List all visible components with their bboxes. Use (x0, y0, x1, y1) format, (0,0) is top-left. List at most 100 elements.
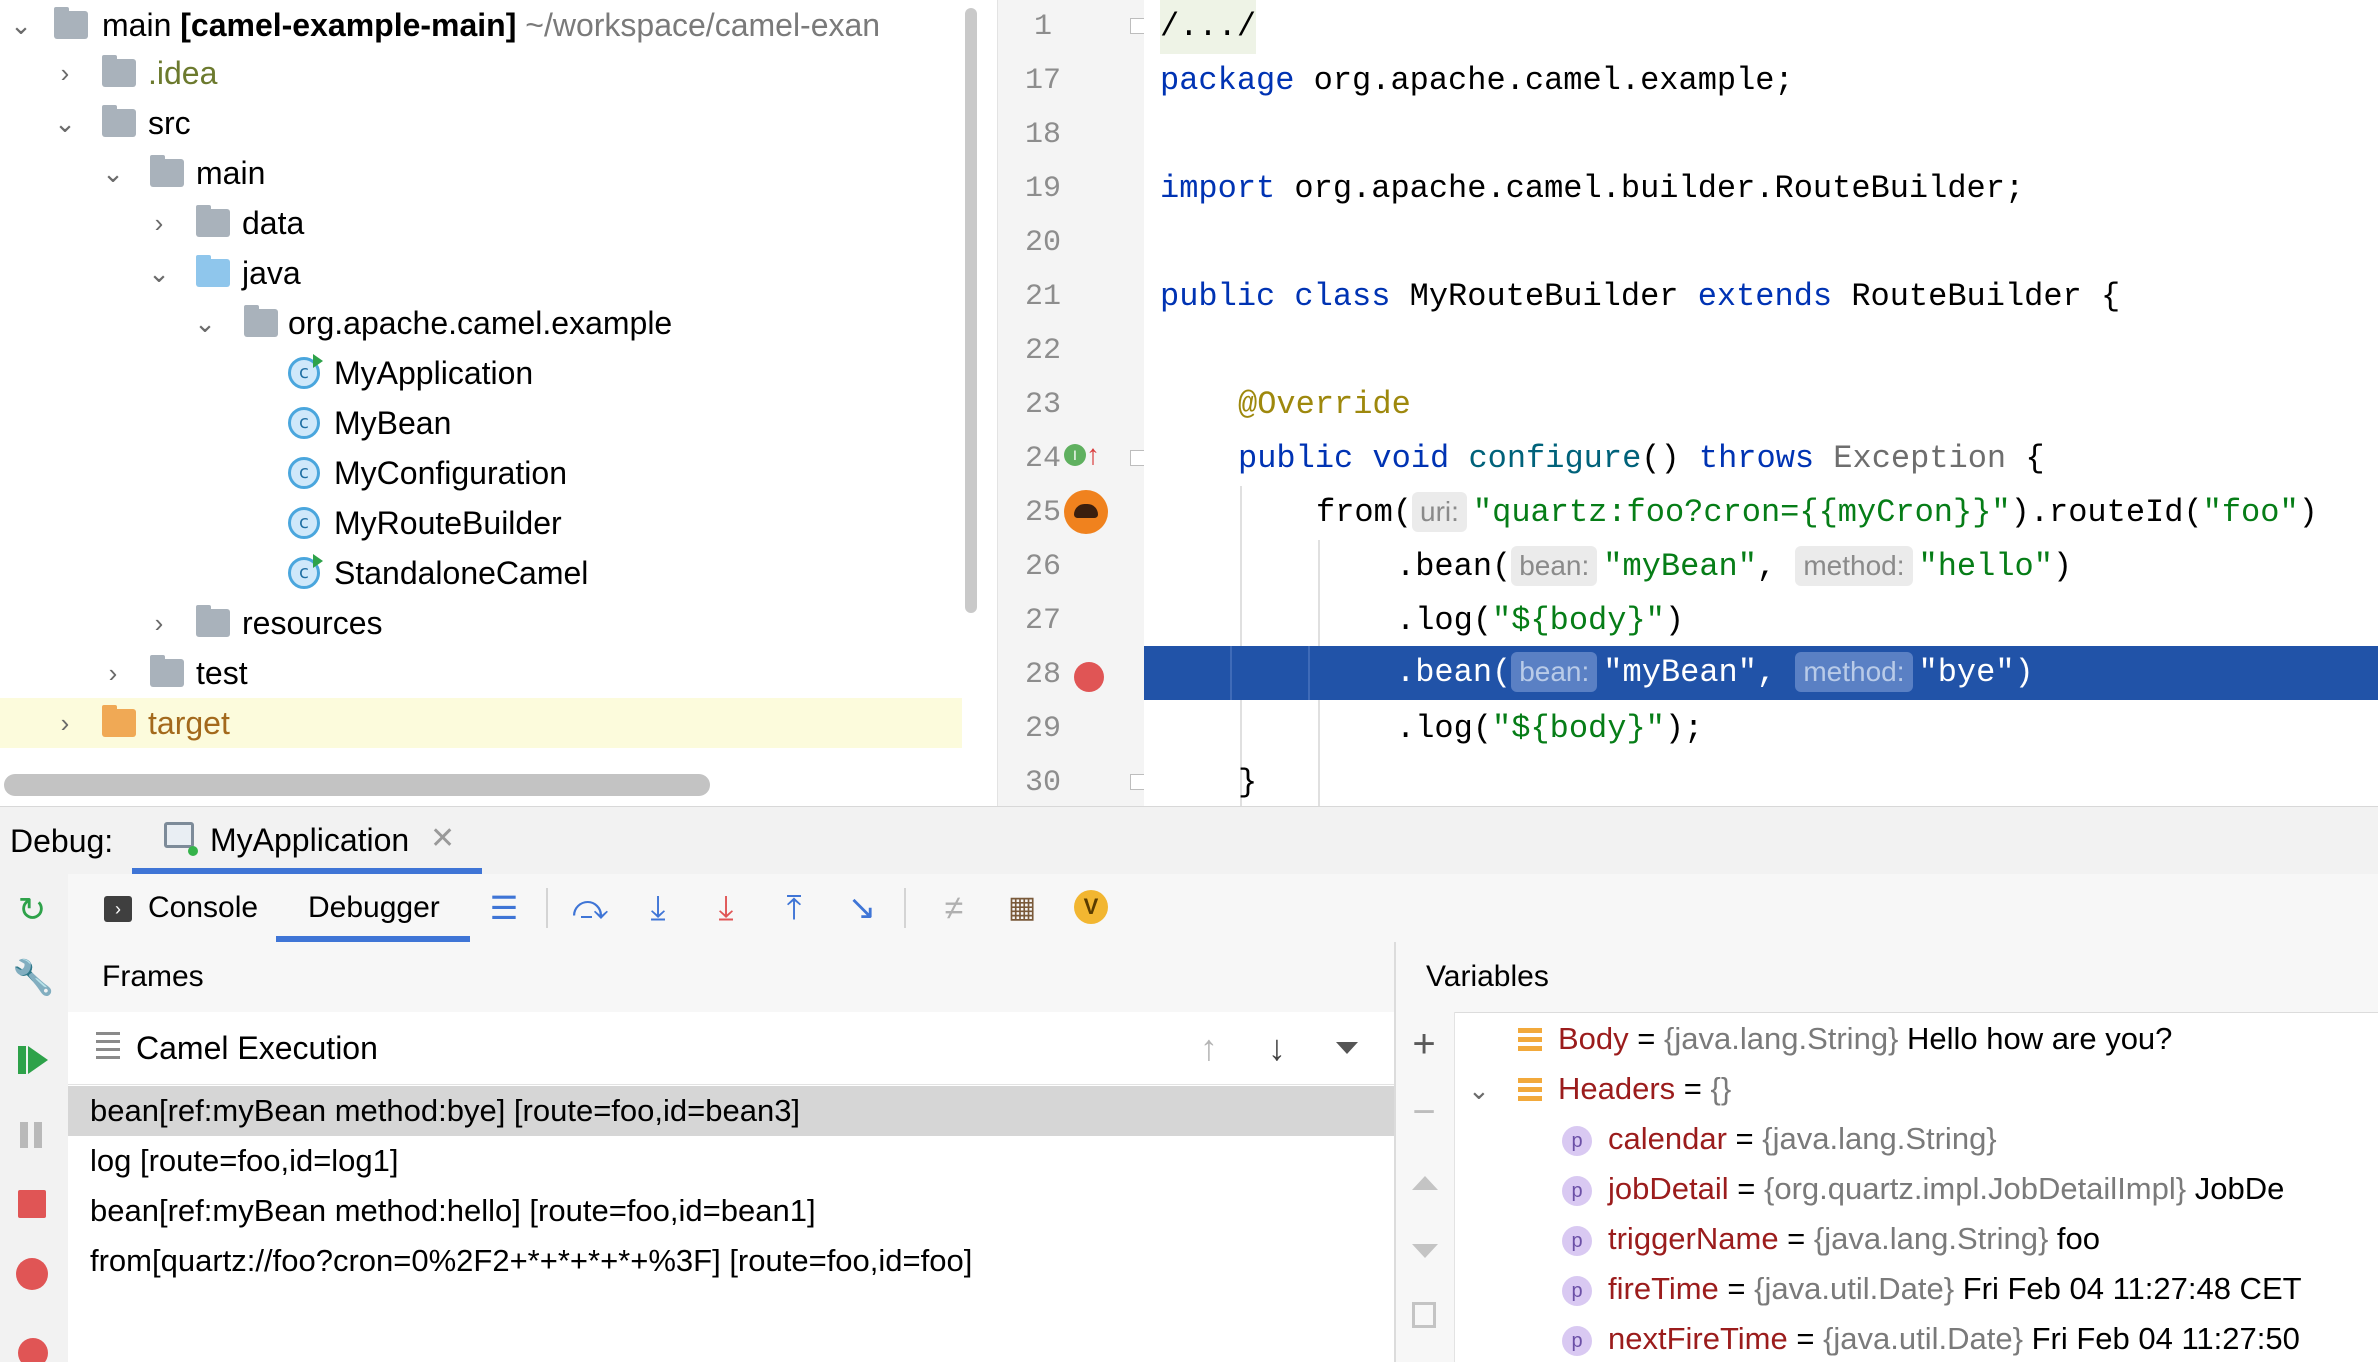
frame-row[interactable]: bean[ref:myBean method:hello] [route=foo… (68, 1186, 1394, 1236)
variable-type: {java.lang.String} (1762, 1121, 1997, 1156)
rerun-icon[interactable]: ↻ (12, 890, 52, 930)
tree-label: org.apache.camel.example (288, 305, 673, 341)
tree-row-mybean[interactable]: c MyBean (0, 398, 962, 448)
tree-row-myroutebuilder[interactable]: c MyRouteBuilder (0, 498, 962, 548)
module-bold-name: [camel-example-main] (180, 7, 517, 43)
pause-icon[interactable] (20, 1122, 28, 1148)
frame-label: log [route=foo,id=log1] (90, 1143, 399, 1178)
chevron-right-icon[interactable]: › (98, 648, 128, 698)
run-to-cursor-icon[interactable]: ↘ (842, 888, 882, 928)
move-down-icon[interactable] (1412, 1244, 1438, 1258)
move-up-icon[interactable] (1412, 1176, 1438, 1190)
mute-breakpoints-icon[interactable] (18, 1328, 48, 1362)
tree-horizontal-scrollbar[interactable] (4, 774, 710, 796)
variable-name: Headers (1558, 1071, 1676, 1106)
thread-selector[interactable]: Camel Execution ↑ ↓ (68, 1012, 1394, 1085)
chevron-down-icon[interactable]: ⌄ (98, 148, 128, 198)
override-arrow-icon[interactable]: ↑ (1086, 440, 1102, 470)
step-into-icon[interactable]: ⤓ (638, 888, 678, 928)
tree-row-resources[interactable]: › resources (0, 598, 962, 648)
frame-row[interactable]: bean[ref:myBean method:bye] [route=foo,i… (68, 1086, 1394, 1136)
step-out-icon[interactable]: ⤒ (774, 888, 814, 928)
wrench-icon[interactable]: 🔧 (12, 958, 54, 998)
variable-row[interactable]: p triggerName = {java.lang.String} foo (1562, 1214, 2100, 1264)
copy-icon[interactable] (1412, 1302, 1436, 1328)
tree-row-src[interactable]: ⌄ src (0, 98, 962, 148)
camel-route-icon[interactable] (1064, 490, 1108, 534)
frames-panel: Frames Camel Execution ↑ ↓ bean[ref:myBe… (68, 942, 1396, 1362)
code-keyword: throws (1698, 440, 1815, 477)
debug-session-tab[interactable]: MyApplication ✕ (132, 806, 482, 874)
tree-vertical-scrollbar[interactable] (965, 8, 977, 613)
tree-row-main[interactable]: ⌄ main (0, 148, 962, 198)
frame-row[interactable]: from[quartz://foo?cron=0%2F2+*+*+*+*+%3F… (68, 1236, 1394, 1286)
chevron-down-icon[interactable]: ⌄ (190, 298, 220, 348)
implements-icon[interactable]: I (1064, 444, 1086, 466)
tree-row-package[interactable]: ⌄ org.apache.camel.example (0, 298, 962, 348)
remove-watch-icon[interactable]: − (1404, 1092, 1444, 1132)
tree-row-java[interactable]: ⌄ java (0, 248, 962, 298)
code-text: { (2006, 440, 2045, 477)
code-editor[interactable]: /.../ package org.apache.camel.example; … (1144, 0, 2378, 806)
view-breakpoints-icon[interactable] (16, 1258, 48, 1290)
debugger-tab[interactable]: Debugger (308, 874, 440, 942)
evaluate-expression-icon[interactable]: ▦ (1002, 888, 1042, 928)
tree-label: MyConfiguration (334, 455, 567, 491)
chevron-right-icon[interactable]: › (50, 48, 80, 98)
menu-icon[interactable]: ☰ (484, 888, 524, 928)
chevron-right-icon[interactable]: › (144, 198, 174, 248)
resume-icon[interactable] (28, 1046, 48, 1074)
variable-row[interactable]: p fireTime = {java.util.Date} Fri Feb 04 … (1562, 1264, 2302, 1314)
variable-row[interactable]: p calendar = {java.lang.String} (1562, 1114, 1997, 1164)
code-string: "myBean" (1603, 548, 1757, 585)
variable-value: Fri Feb 04 11:27:50 (2022, 1321, 2300, 1356)
arrow-down-icon[interactable]: ↓ (1268, 1012, 1286, 1084)
variable-value: foo (2048, 1221, 2101, 1256)
code-text: from( (1316, 494, 1413, 531)
console-tab[interactable]: Console (148, 874, 258, 942)
stop-icon[interactable] (18, 1190, 46, 1218)
tree-row-test[interactable]: › test (0, 648, 962, 698)
tree-row-module-main[interactable]: ⌄ main [camel-example-main] ~/workspace/… (0, 0, 962, 50)
chevron-right-icon[interactable]: › (144, 598, 174, 648)
run-config-icon (164, 822, 194, 848)
tree-row-target[interactable]: › target (0, 698, 962, 748)
frame-label: bean[ref:myBean method:bye] [route=foo,i… (90, 1093, 801, 1128)
tree-row-data[interactable]: › data (0, 198, 962, 248)
code-text: org.apache.camel.builder.RouteBuilder; (1275, 170, 2025, 207)
step-over-icon[interactable]: ⤼ (570, 888, 610, 928)
variables-header: Variables (1396, 942, 2378, 1013)
force-step-into-icon[interactable]: ⤓ (706, 888, 746, 928)
package-icon (244, 305, 278, 337)
variable-row[interactable]: p nextFireTime = {java.util.Date} Fri Feb… (1562, 1314, 2300, 1364)
chevron-right-icon[interactable]: › (50, 698, 80, 748)
variable-name: jobDetail (1608, 1171, 1729, 1206)
tree-row-myapplication[interactable]: c MyApplication (0, 348, 962, 398)
chevron-down-icon[interactable]: ⌄ (50, 98, 80, 148)
chevron-down-icon[interactable]: ⌄ (1468, 1065, 1518, 1115)
code-text: , (1756, 548, 1796, 585)
debug-tab-label: MyApplication (210, 822, 410, 858)
variable-headers[interactable]: ⌄ Headers = {} (1468, 1064, 1731, 1114)
drop-frame-icon[interactable]: ≠ (934, 888, 974, 928)
tree-row-idea[interactable]: › .idea (0, 48, 962, 98)
variable-body[interactable]: Body = {java.lang.String} Hello how are … (1518, 1014, 2172, 1064)
add-watch-icon[interactable]: + (1404, 1024, 1444, 1064)
breakpoint-icon[interactable] (1074, 662, 1104, 692)
excluded-folder-icon (102, 705, 136, 737)
variables-side-toolbar: + − (1396, 1012, 1455, 1362)
close-icon[interactable]: ✕ (430, 806, 455, 874)
variable-name: Body (1558, 1021, 1629, 1056)
property-icon: p (1562, 1275, 1592, 1306)
variable-value: JobDe (2186, 1171, 2285, 1206)
camel-debugger-icon[interactable]: V (1074, 890, 1108, 924)
frame-row[interactable]: log [route=foo,id=log1] (68, 1136, 1394, 1186)
arrow-up-icon[interactable]: ↑ (1200, 1012, 1218, 1084)
code-keyword: class (1294, 278, 1391, 315)
chevron-down-icon[interactable]: ⌄ (6, 0, 36, 50)
dropdown-icon[interactable] (1336, 1042, 1358, 1054)
tree-row-standalonecamel[interactable]: c StandaloneCamel (0, 548, 962, 598)
chevron-down-icon[interactable]: ⌄ (144, 248, 174, 298)
variable-row[interactable]: p jobDetail = {org.quartz.impl.JobDetailI… (1562, 1164, 2284, 1214)
tree-row-myconfiguration[interactable]: c MyConfiguration (0, 448, 962, 498)
